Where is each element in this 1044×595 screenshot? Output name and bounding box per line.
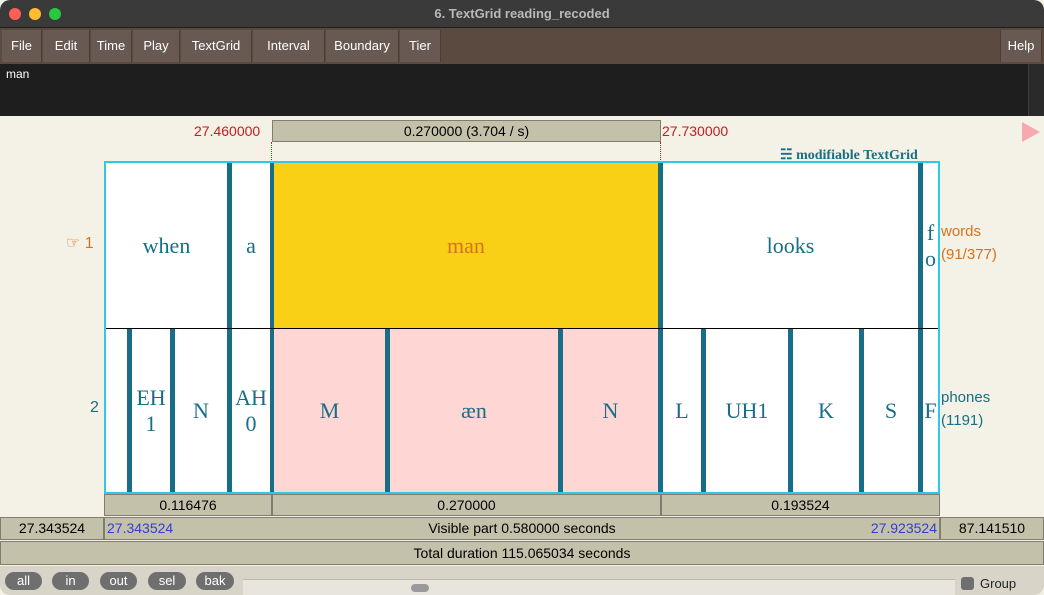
praat-window: 6. TextGrid reading_recoded File Edit Ti… (0, 0, 1044, 595)
group-label: Group (980, 576, 1017, 591)
menu-edit[interactable]: Edit (43, 30, 90, 62)
tier1-name: words (941, 223, 982, 240)
menu-play[interactable]: Play (133, 30, 180, 62)
menu-help[interactable]: Help (1000, 30, 1042, 62)
tier1-number[interactable]: ☞ 1 (66, 233, 94, 253)
menu-file[interactable]: File (2, 30, 42, 62)
menu-time[interactable]: Time (91, 30, 132, 62)
selection-end-time: 27.730000 (662, 123, 729, 139)
duration-left[interactable]: 0.116476 (104, 494, 272, 516)
textgrid-area[interactable]: when a man looks f o EH 1 N AH 0 M æn N (104, 161, 940, 494)
interval-a[interactable]: a (232, 163, 270, 328)
menu-textgrid[interactable]: TextGrid (181, 30, 252, 62)
zoom-back-button[interactable]: bak (196, 572, 234, 590)
right-hidden-time[interactable]: 87.141510 (940, 517, 1044, 540)
total-duration-bar[interactable]: Total duration 115.065034 seconds (0, 541, 1044, 565)
duration-right[interactable]: 0.193524 (661, 494, 940, 516)
zoom-in-button[interactable]: in (52, 572, 89, 590)
zoom-sel-button[interactable]: sel (148, 572, 186, 590)
interval-text-value: man (6, 67, 30, 81)
interval-ah0[interactable]: AH 0 (232, 329, 270, 492)
zoom-out-button[interactable]: out (100, 572, 137, 590)
horizontal-scrollbar[interactable] (243, 579, 955, 595)
tier2-name: phones (941, 389, 991, 406)
interval-text-field[interactable]: man (0, 64, 1044, 116)
group-checkbox[interactable] (961, 577, 974, 590)
selection-duration-box[interactable]: 0.270000 (3.704 / s) (272, 120, 661, 142)
interval-k[interactable]: K (793, 329, 859, 492)
selection-start-time: 27.460000 (194, 123, 261, 139)
interval-fo[interactable]: f o (923, 163, 938, 328)
text-field-scrollbar[interactable] (1028, 64, 1044, 116)
interval-s[interactable]: S (864, 329, 918, 492)
play-triangle-icon[interactable] (1022, 122, 1040, 142)
total-duration-label: Total duration 115.065034 seconds (413, 545, 631, 561)
interval-aen[interactable]: æn (390, 329, 558, 492)
visible-part-label: Visible part 0.580000 seconds (428, 520, 616, 536)
tier1-count: (91/377) (941, 246, 997, 263)
interval-looks[interactable]: looks (663, 163, 918, 328)
tier2-count: (1191) (941, 412, 984, 429)
selection-start-line (271, 142, 272, 162)
interval-eh1[interactable]: EH 1 (132, 329, 170, 492)
tier-phones[interactable]: EH 1 N AH 0 M æn N L UH1 K S F (106, 329, 938, 492)
title-bar: 6. TextGrid reading_recoded (0, 0, 1044, 28)
interval-when[interactable]: when (106, 163, 227, 328)
tier-words[interactable]: when a man looks f o (106, 163, 938, 328)
menu-boundary[interactable]: Boundary (326, 30, 399, 62)
menu-tier[interactable]: Tier (400, 30, 441, 62)
menu-bar: File Edit Time Play TextGrid Interval Bo… (0, 28, 1044, 64)
tier2-number[interactable]: 2 (90, 399, 99, 417)
zoom-all-button[interactable]: all (5, 572, 42, 590)
interval-m[interactable]: M (274, 329, 385, 492)
visible-end-time: 27.923524 (870, 520, 937, 536)
interval-l[interactable]: L (663, 329, 701, 492)
interval-n[interactable]: N (175, 329, 227, 492)
interval-n[interactable]: N (563, 329, 658, 492)
menu-interval[interactable]: Interval (253, 30, 325, 62)
interval-man[interactable]: man (274, 163, 658, 328)
left-hidden-time[interactable]: 27.343524 (0, 517, 104, 540)
duration-selection[interactable]: 0.270000 (272, 494, 661, 516)
visible-part-bar[interactable]: Visible part 0.580000 seconds 27.343524 … (104, 517, 940, 540)
window-title: 6. TextGrid reading_recoded (434, 6, 610, 21)
interval-uh1[interactable]: UH1 (706, 329, 788, 492)
scrollbar-thumb[interactable] (411, 584, 429, 592)
selection-end-line (660, 142, 661, 162)
selection-duration-label: 0.270000 (3.704 / s) (403, 123, 530, 139)
visible-start-time: 27.343524 (107, 520, 174, 536)
pointing-hand-icon: ☞ (66, 235, 81, 252)
interval-f[interactable]: F (923, 329, 938, 492)
